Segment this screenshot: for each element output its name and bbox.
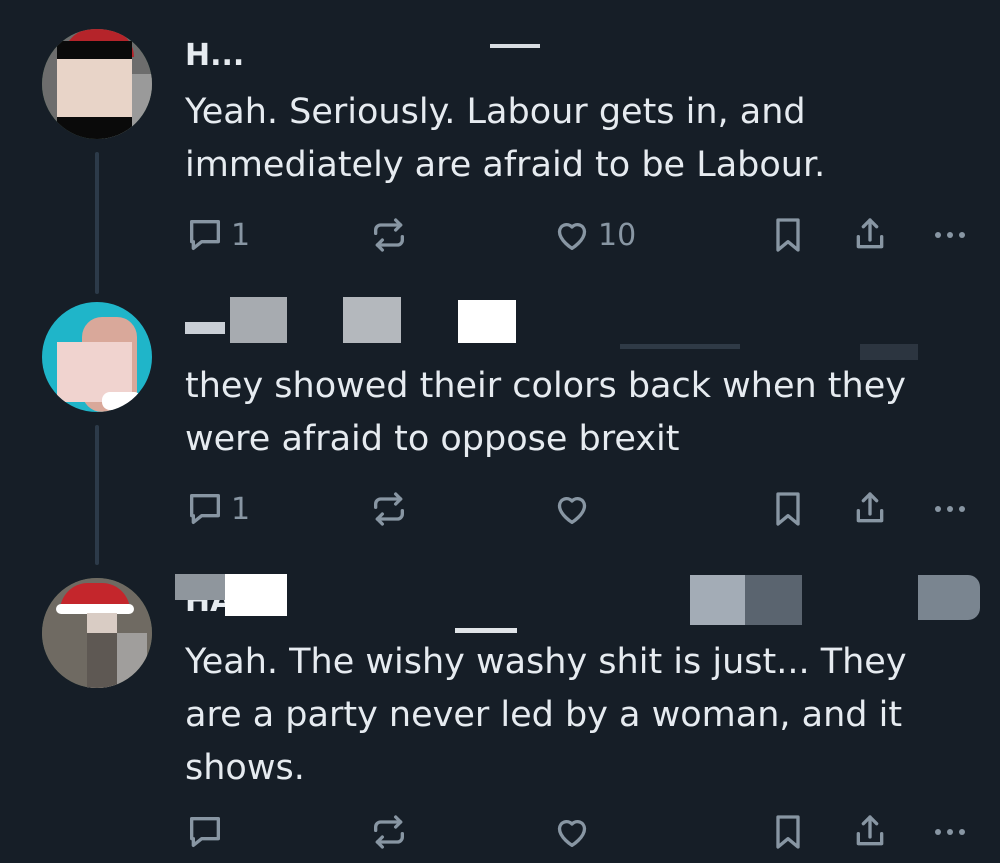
bookmark-icon	[768, 812, 808, 852]
post-text: Yeah. The wishy washy shit is just... Th…	[185, 642, 907, 788]
heart-icon	[552, 812, 592, 852]
repost-button[interactable]	[369, 487, 409, 531]
redacted-name	[230, 297, 287, 343]
like-count: 10	[598, 217, 637, 253]
avatar[interactable]	[42, 302, 152, 412]
share-button[interactable]	[850, 213, 890, 257]
reply-button[interactable]	[185, 810, 231, 854]
avatar[interactable]	[42, 578, 152, 688]
more-options-button[interactable]	[935, 213, 965, 257]
post-header: H...	[185, 38, 1000, 78]
reply-icon	[185, 215, 225, 255]
action-bar	[185, 810, 985, 854]
share-icon	[850, 812, 890, 852]
more-icon	[935, 506, 965, 512]
reply-count: 1	[231, 491, 251, 527]
more-options-button[interactable]	[935, 487, 965, 531]
action-bar: 1	[185, 487, 985, 531]
redacted-timestamp	[918, 575, 980, 620]
heart-icon	[552, 215, 592, 255]
redacted-handle	[490, 44, 540, 48]
post-text: they showed their colors back when they …	[185, 366, 906, 459]
repost-icon	[369, 812, 409, 852]
redacted-handle	[690, 575, 745, 625]
redacted-name	[185, 322, 225, 334]
reply-button[interactable]: 1	[185, 213, 250, 257]
redacted-name	[458, 300, 516, 343]
more-options-button[interactable]	[935, 810, 965, 854]
bookmark-button[interactable]	[768, 487, 808, 531]
share-icon	[850, 489, 890, 529]
post-text: Yeah. Seriously. Labour gets in, and imm…	[185, 92, 826, 185]
heart-icon	[552, 489, 592, 529]
repost-button[interactable]	[369, 213, 409, 257]
repost-button[interactable]	[369, 810, 409, 854]
like-button[interactable]	[552, 810, 598, 854]
share-icon	[850, 215, 890, 255]
redacted-name	[343, 297, 401, 343]
post-header	[185, 292, 1000, 360]
reply-icon	[185, 812, 225, 852]
redacted-name	[175, 574, 225, 600]
redacted-handle	[620, 344, 740, 349]
share-button[interactable]	[850, 810, 890, 854]
avatar[interactable]	[42, 29, 152, 139]
author-name[interactable]: H...	[185, 38, 244, 73]
reply-thread: H... Yeah. Seriously. Labour gets in, an…	[0, 0, 1000, 863]
bookmark-icon	[768, 489, 808, 529]
thread-line	[95, 152, 99, 294]
like-button[interactable]	[552, 487, 598, 531]
redacted-handle	[745, 575, 802, 625]
share-button[interactable]	[850, 487, 890, 531]
more-icon	[935, 232, 965, 238]
reply-count: 1	[231, 217, 251, 253]
like-button[interactable]: 10	[552, 213, 636, 257]
more-icon	[935, 829, 965, 835]
reply-button[interactable]: 1	[185, 487, 250, 531]
reply-icon	[185, 489, 225, 529]
redacted-name	[225, 574, 287, 616]
action-bar: 1 10	[185, 213, 985, 257]
redacted-handle	[455, 628, 517, 633]
bookmark-button[interactable]	[768, 213, 808, 257]
repost-icon	[369, 489, 409, 529]
thread-line	[95, 425, 99, 565]
repost-icon	[369, 215, 409, 255]
bookmark-icon	[768, 215, 808, 255]
post-header: HA	[175, 570, 1000, 633]
redacted-timestamp	[860, 344, 918, 360]
bookmark-button[interactable]	[768, 810, 808, 854]
